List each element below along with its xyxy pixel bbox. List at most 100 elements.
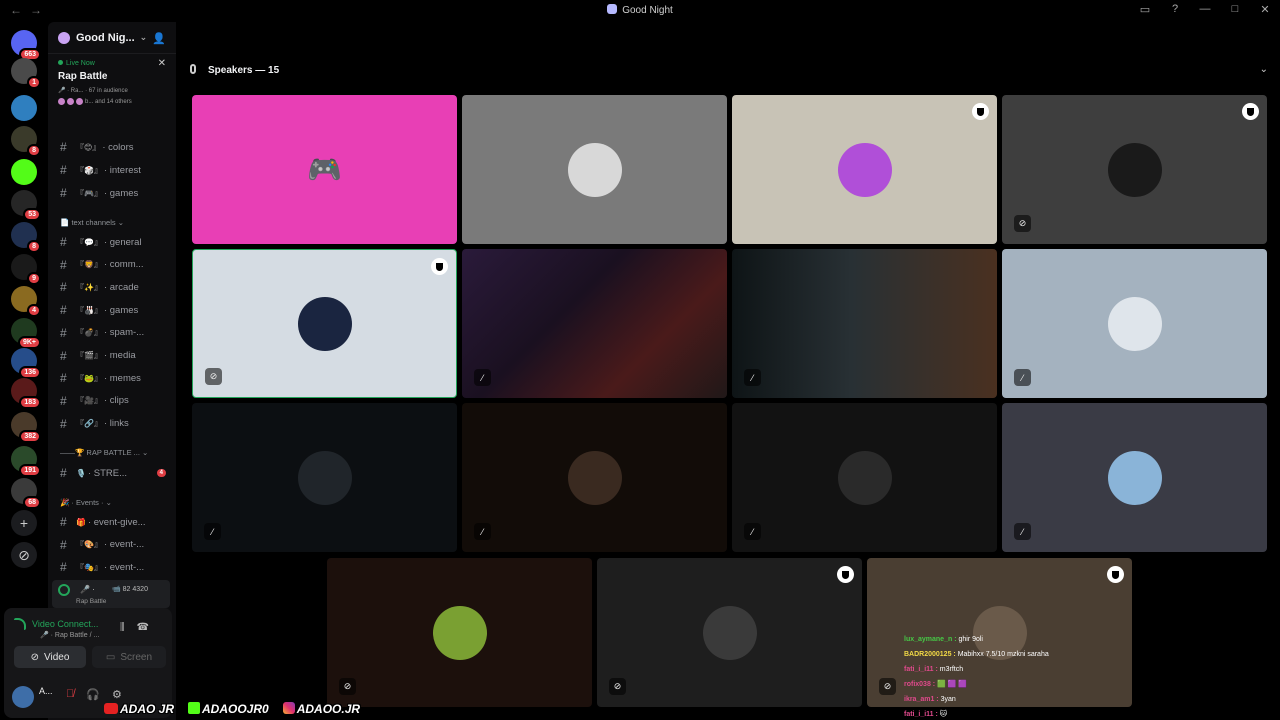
tile-3[interactable] bbox=[732, 95, 997, 244]
tile-9[interactable]: ⊘ bbox=[327, 558, 592, 707]
disconnect-icon[interactable]: ☎ bbox=[137, 622, 149, 633]
tile-mav[interactable]: ⁄ bbox=[192, 403, 457, 552]
avatar[interactable] bbox=[12, 686, 34, 708]
server-icon-server-9[interactable]: 183 bbox=[11, 378, 41, 409]
channel-events-2[interactable]: # 『🎭』 · event-... bbox=[60, 558, 172, 576]
tile-cam-2[interactable]: ⁄ bbox=[732, 249, 997, 398]
category-events[interactable]: 🎉 · Events · ⌄ bbox=[60, 498, 112, 507]
server-icon-server-kick[interactable] bbox=[11, 159, 37, 185]
tile-6[interactable]: ⁄ bbox=[462, 403, 727, 552]
voice-channel-rap-battle[interactable]: 🎤 · 📹 82 4320 Rap Battle bbox=[52, 580, 170, 608]
maximize-icon[interactable]: □ bbox=[1228, 3, 1242, 16]
channel-text-5[interactable]: # 『🎬』 · media bbox=[60, 347, 172, 365]
screen-share-button[interactable]: ▭ Screen bbox=[92, 646, 166, 668]
channel-text-7[interactable]: # 『🎥』 · clips bbox=[60, 392, 172, 410]
connection-sub[interactable]: 🎤 · Rap Battle / ... bbox=[40, 631, 99, 639]
channel-events-0[interactable]: # 🎁 · event-give... bbox=[60, 513, 172, 531]
server-icon-server-7[interactable]: 9K+ bbox=[11, 318, 41, 349]
server-icon-server-6[interactable]: 4 bbox=[11, 286, 41, 317]
server-header[interactable]: Good Nig... ⌄ 👤 bbox=[48, 22, 176, 54]
tile-4[interactable]: ⊘ bbox=[1002, 95, 1267, 244]
server-icon-server-3[interactable]: 8 bbox=[11, 126, 41, 157]
chat-message: ikra_am1 : 3yan bbox=[904, 692, 1049, 707]
gear-icon[interactable]: ⚙ bbox=[112, 688, 122, 701]
tile-cam-1[interactable]: ⁄ bbox=[462, 249, 727, 398]
tile-discord[interactable]: 🎮 bbox=[192, 95, 457, 244]
mention-badge: 9K+ bbox=[17, 336, 41, 349]
channel-text-6[interactable]: # 『🐸』 · memes bbox=[60, 369, 172, 387]
channel-text-2[interactable]: # 『✨』 · arcade bbox=[60, 278, 172, 296]
chevron-down-icon: ⌄ bbox=[139, 32, 148, 42]
speakers-header: Speakers — 15 bbox=[190, 64, 279, 76]
video-button[interactable]: ⊘ Video bbox=[14, 646, 86, 668]
chat-text: 3yan bbox=[938, 696, 956, 703]
mention-badge: 53 bbox=[23, 208, 41, 221]
back-icon[interactable]: ← bbox=[10, 3, 22, 17]
chat-username: ikra_am1 : bbox=[904, 696, 939, 703]
invite-user-icon[interactable]: 👤 bbox=[152, 32, 166, 45]
help-icon[interactable]: ? bbox=[1168, 3, 1182, 16]
forward-icon[interactable]: → bbox=[30, 3, 42, 17]
channel-stream[interactable]: # 🎙️ · STRE... 4 bbox=[60, 464, 172, 482]
add-server-icon[interactable]: + bbox=[11, 510, 37, 536]
chevron-down-icon[interactable]: ⌄ bbox=[1260, 64, 1268, 75]
channel-label: · clips bbox=[103, 395, 129, 407]
minimize-icon[interactable]: — bbox=[1198, 3, 1212, 16]
server-icon-server-8[interactable]: 136 bbox=[11, 348, 41, 379]
server-icon-server-12[interactable]: 68 bbox=[11, 478, 41, 509]
headphones-icon[interactable]: 🎧 bbox=[86, 688, 100, 701]
avatar bbox=[297, 296, 352, 351]
youtube-handle: ADAO JR bbox=[104, 702, 174, 716]
channel-text-4[interactable]: # 『💣』 · spam-... bbox=[60, 324, 172, 342]
close-icon[interactable]: ✕ bbox=[158, 58, 166, 69]
channel-text-8[interactable]: # 『🔗』 · links bbox=[60, 415, 172, 433]
server-icon-server-goodnight[interactable]: 8 bbox=[11, 222, 41, 253]
tile-7[interactable]: ⁄ bbox=[732, 403, 997, 552]
window-title: Good Night bbox=[0, 4, 1280, 16]
live-banner[interactable]: Live Now Rap Battle 🎤 · Ra... · 67 in au… bbox=[48, 54, 176, 111]
discover-icon[interactable]: ⊘ bbox=[11, 542, 37, 568]
stage-icon bbox=[58, 584, 70, 596]
server-icon-server-1[interactable]: 1 bbox=[11, 58, 41, 89]
category-rap-battle[interactable]: ——🏆 RAP BATTLE ... ⌄ bbox=[60, 448, 148, 457]
server-icon-direct-messages[interactable]: 663 bbox=[11, 30, 41, 61]
close-window-icon[interactable]: ✕ bbox=[1258, 3, 1272, 16]
server-icon-server-2[interactable] bbox=[11, 95, 37, 121]
tile-goodnight[interactable]: ⊘ bbox=[192, 249, 457, 398]
tile-10[interactable]: ⊘ bbox=[597, 558, 862, 707]
mute-icon[interactable]: 🎙̸ bbox=[66, 688, 74, 701]
server-icon-server-11[interactable]: 191 bbox=[11, 446, 41, 477]
channel-emoji: 『🦁』 bbox=[76, 260, 102, 270]
channel-emoji: 『🔗』 bbox=[76, 419, 102, 429]
server-icon-server-4[interactable]: 53 bbox=[11, 190, 41, 221]
video-connected-status[interactable]: Video Connect... bbox=[14, 618, 98, 630]
chat-overlay: lux_aymane_n : ghir 9oli BADR2000125 : Ma… bbox=[904, 632, 1049, 720]
channel-label: · comm... bbox=[103, 259, 144, 271]
category-text-channels[interactable]: 📄 text channels ⌄ bbox=[60, 218, 124, 227]
server-icon-server-10[interactable]: 382 bbox=[11, 412, 41, 443]
channel-emoji: 『🎮』 bbox=[76, 188, 102, 198]
channel-text-1[interactable]: # 『🦁』 · comm... bbox=[60, 256, 172, 274]
avatar bbox=[1107, 142, 1162, 197]
server-icon-server-5[interactable]: 9 bbox=[11, 254, 41, 285]
channel-top-1[interactable]: # 『🎲』 · interest bbox=[60, 161, 172, 179]
channel-emoji: 🎁 bbox=[76, 517, 86, 527]
channel-label: · memes bbox=[103, 372, 141, 384]
noise-suppression-icon[interactable]: ⫼ bbox=[120, 622, 125, 633]
channel-top-0[interactable]: # 『😊』 · colors bbox=[60, 138, 172, 156]
hash-icon: # bbox=[60, 371, 67, 386]
channel-events-1[interactable]: # 『🎨』 · event-... bbox=[60, 536, 172, 554]
channel-text-0[interactable]: # 『💬』 · general bbox=[60, 233, 172, 251]
mention-badge: 68 bbox=[23, 496, 41, 509]
channel-top-2[interactable]: # 『🎮』 · games bbox=[60, 184, 172, 202]
inbox-icon[interactable]: ▭ bbox=[1138, 3, 1152, 16]
window-controls: ▭ ? — □ ✕ bbox=[1138, 3, 1272, 16]
mic-muted-icon: ⁄ bbox=[744, 523, 761, 540]
username[interactable]: A... bbox=[39, 686, 53, 696]
tile-5[interactable]: ⁄ bbox=[1002, 249, 1267, 398]
moderator-shield-icon bbox=[837, 566, 854, 583]
tile-8[interactable]: ⁄ bbox=[1002, 403, 1267, 552]
hash-icon: # bbox=[60, 235, 67, 249]
channel-text-3[interactable]: # 『🎳』 · games bbox=[60, 301, 172, 319]
tile-2[interactable] bbox=[462, 95, 727, 244]
